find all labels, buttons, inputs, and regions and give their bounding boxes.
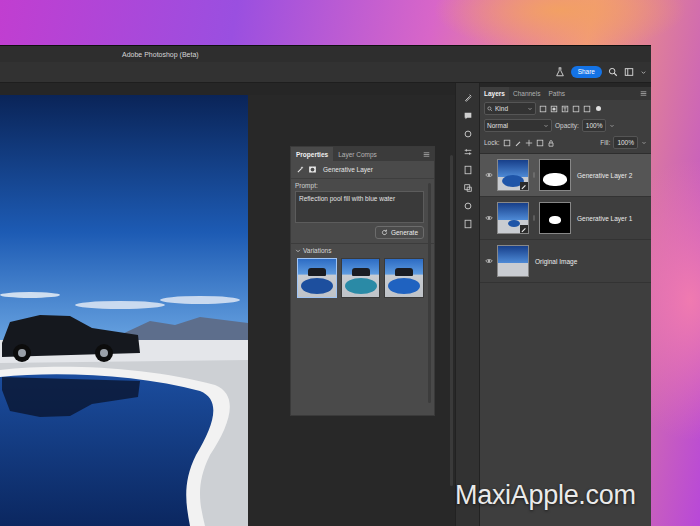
adjust-icon[interactable] — [463, 129, 473, 139]
fill-label: Fill: — [600, 139, 610, 146]
document-tab-bar — [0, 83, 455, 95]
filter-smart-icon[interactable] — [583, 105, 591, 113]
variation-thumbnail[interactable] — [297, 258, 337, 298]
panel-tool-strip — [455, 83, 480, 526]
eye-icon[interactable] — [485, 258, 493, 264]
document-area: PropertiesLayer Comps Generative Layer Pro… — [0, 83, 455, 526]
window-title: Adobe Photoshop (Beta) — [122, 51, 199, 58]
prompt-field[interactable]: Reflection pool fill with blue water — [295, 191, 424, 223]
layer-name[interactable]: Generative Layer 1 — [577, 215, 632, 222]
lock-brush-icon[interactable] — [514, 139, 522, 147]
panel-scrollbar[interactable] — [428, 183, 431, 403]
filter-shape-icon[interactable] — [572, 105, 580, 113]
layer-list: Generative Layer 2 Generative Layer 1 Orig… — [480, 153, 651, 283]
generative-icon — [296, 165, 305, 174]
workspace-icon[interactable] — [624, 67, 634, 77]
transform-icon[interactable] — [463, 183, 473, 193]
flask-icon[interactable] — [555, 67, 565, 77]
comment-icon[interactable] — [463, 111, 473, 121]
variation-thumbnail[interactable] — [341, 258, 381, 298]
chevron-down-icon — [295, 248, 301, 254]
generate-button[interactable]: Generate — [375, 226, 424, 239]
options-bar: Share — [0, 62, 651, 83]
blend-mode-dropdown[interactable]: Normal — [484, 119, 552, 132]
panel-tab[interactable]: Layers — [480, 87, 509, 100]
brush-icon[interactable] — [463, 93, 473, 103]
opacity-field[interactable]: 100% — [582, 119, 607, 132]
layer-type-row: Generative Layer — [291, 161, 434, 179]
chain-link-icon[interactable] — [532, 171, 536, 179]
lock-row: Lock: Fill:100% — [480, 134, 651, 151]
share-button[interactable]: Share — [571, 66, 602, 79]
layer-name[interactable]: Original Image — [535, 258, 577, 265]
filter-kind-dropdown[interactable]: Kind — [484, 102, 536, 115]
panel-tab-bar: PropertiesLayer Comps — [291, 147, 434, 161]
panel-tab[interactable]: Channels — [509, 87, 544, 100]
chevron-down-icon[interactable] — [641, 140, 647, 146]
lock-all-icon[interactable] — [547, 139, 555, 147]
fill-field[interactable]: 100% — [613, 136, 638, 149]
mask-icon — [308, 165, 317, 174]
lock-move-icon[interactable] — [525, 139, 533, 147]
chain-link-icon[interactable] — [532, 214, 536, 222]
canvas-image[interactable] — [0, 95, 248, 526]
panel-tab[interactable]: Paths — [544, 87, 569, 100]
layer-thumbnail[interactable] — [497, 159, 529, 191]
chevron-down-icon[interactable] — [609, 123, 615, 129]
filter-type-icon[interactable] — [561, 105, 569, 113]
workspace: PropertiesLayer Comps Generative Layer Pro… — [0, 83, 651, 526]
search-icon[interactable] — [608, 67, 618, 77]
layer-mask-thumbnail[interactable] — [539, 159, 571, 191]
document-icon[interactable] — [463, 165, 473, 175]
chevron-down-icon[interactable] — [640, 69, 647, 76]
chevron-down-icon — [543, 123, 549, 129]
layers-tab-bar: LayersChannelsPaths — [480, 87, 651, 100]
eye-icon[interactable] — [485, 172, 493, 178]
chevron-down-icon — [527, 106, 533, 112]
filter-image-icon[interactable] — [539, 105, 547, 113]
title-bar: Adobe Photoshop (Beta) — [0, 46, 651, 62]
layer-name[interactable]: Generative Layer 2 — [577, 172, 632, 179]
filter-toggle-icon[interactable] — [596, 106, 601, 111]
layer-mask-thumbnail[interactable] — [539, 202, 571, 234]
watermark: MaxiApple.com — [455, 480, 636, 511]
desktop: Adobe Photoshop (Beta)SharePropertiesLay… — [0, 0, 700, 526]
sliders-icon[interactable] — [463, 147, 473, 157]
panel-tab[interactable]: Properties — [291, 147, 333, 161]
lock-pixels-icon[interactable] — [503, 139, 511, 147]
layer-row[interactable]: Original Image — [480, 240, 651, 283]
search-icon — [487, 106, 493, 112]
panel-tab[interactable]: Layer Comps — [333, 147, 382, 161]
library-icon[interactable] — [463, 219, 473, 229]
variations-header[interactable]: Variations — [295, 247, 424, 254]
variations-grid — [295, 258, 424, 298]
circle-icon[interactable] — [463, 201, 473, 211]
properties-panel: PropertiesLayer Comps Generative Layer Pro… — [290, 146, 435, 416]
layer-thumbnail[interactable] — [497, 245, 529, 277]
scrollbar[interactable] — [450, 155, 453, 486]
refresh-icon — [381, 229, 388, 236]
blend-row: NormalOpacity:100% — [480, 117, 651, 134]
opacity-label: Opacity: — [555, 122, 579, 129]
panel-menu-icon[interactable] — [423, 151, 430, 158]
layer-thumbnail[interactable] — [497, 202, 529, 234]
filter-adjustment-icon[interactable] — [550, 105, 558, 113]
layer-type-label: Generative Layer — [323, 166, 373, 173]
filter-row: Kind — [480, 100, 651, 117]
prompt-label: Prompt: — [295, 182, 424, 189]
lock-label: Lock: — [484, 139, 500, 146]
eye-icon[interactable] — [485, 215, 493, 221]
layer-row[interactable]: Generative Layer 2 — [480, 154, 651, 197]
photoshop-window: Adobe Photoshop (Beta)SharePropertiesLay… — [0, 45, 651, 526]
variation-thumbnail[interactable] — [384, 258, 424, 298]
panel-menu-icon[interactable] — [640, 90, 647, 97]
generative-badge-icon — [520, 225, 528, 233]
lock-artboard-icon[interactable] — [536, 139, 544, 147]
generative-badge-icon — [520, 182, 528, 190]
layers-panel: LayersChannelsPathsKindNormalOpacity:100… — [480, 87, 651, 526]
layer-row[interactable]: Generative Layer 1 — [480, 197, 651, 240]
photo-scene — [0, 95, 248, 526]
